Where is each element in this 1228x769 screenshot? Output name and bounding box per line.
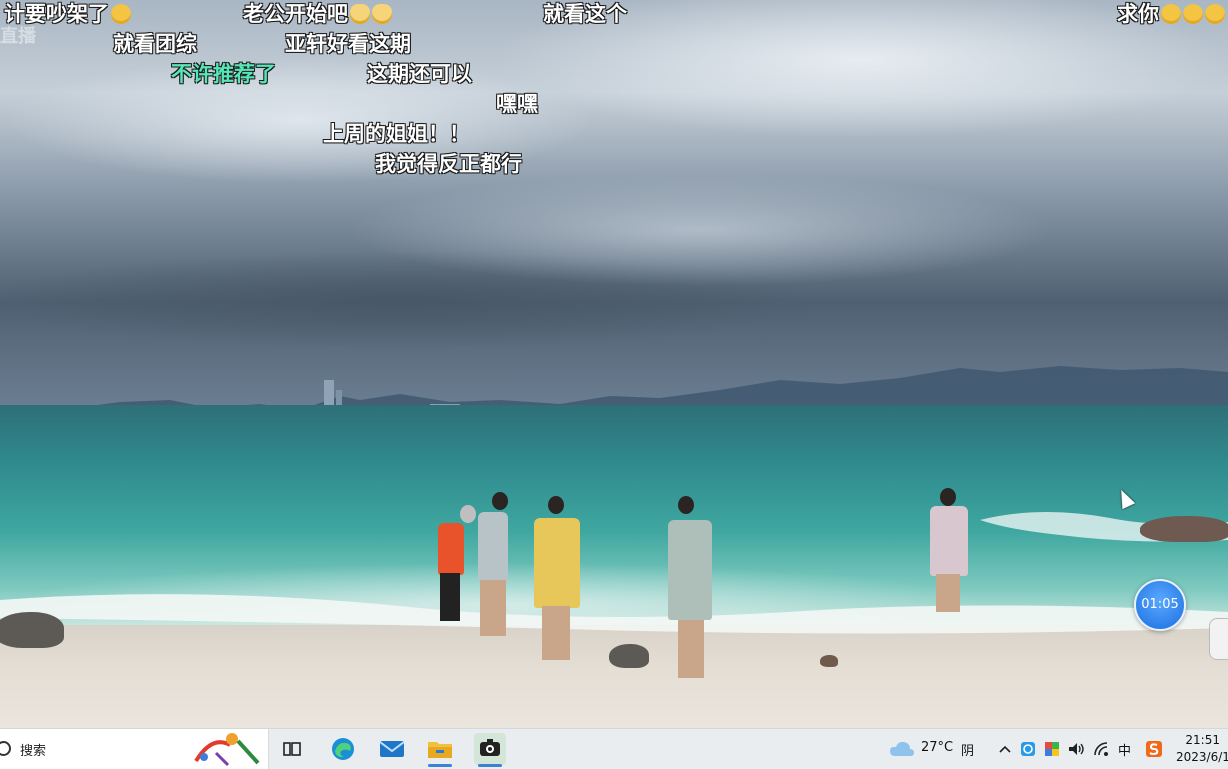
- recording-timer-button[interactable]: 01:05: [1134, 579, 1186, 631]
- danmaku-comment: 上周的姐姐！！: [323, 122, 470, 146]
- danmaku-comment: 亚轩好看这期: [285, 32, 411, 56]
- danmaku-comment: 就看团综: [113, 32, 197, 56]
- weather-temperature[interactable]: 27°C: [921, 740, 953, 755]
- danmaku-comment: 不许推荐了: [171, 62, 276, 86]
- search-icon: [0, 741, 11, 756]
- ime-icon[interactable]: 中: [1118, 740, 1131, 759]
- sad-emoji-icon: [1161, 4, 1181, 24]
- person-floral-in-water: [926, 488, 974, 613]
- rock-right: [1140, 516, 1228, 542]
- cat-emoji-icon: [372, 4, 392, 24]
- screen-recorder-icon[interactable]: [474, 733, 506, 767]
- search-highlight-doodle-icon: [194, 733, 260, 767]
- danmaku-comment: 我觉得反正都行: [375, 152, 522, 176]
- danmaku-comment: 老公开始吧: [243, 1, 392, 27]
- clock-date: 2023/6/1: [1176, 750, 1228, 764]
- danmaku-comment: 嘿嘿: [496, 92, 538, 116]
- beach-sand: [0, 625, 1228, 728]
- clock-time: 21:51: [1185, 733, 1220, 747]
- smile-emoji-icon: [111, 4, 131, 24]
- file-explorer-icon[interactable]: [424, 733, 456, 767]
- edge-icon[interactable]: [327, 733, 359, 765]
- taskbar-search-box[interactable]: 搜索: [0, 729, 269, 769]
- video-player[interactable]: 直播 计要吵架了 老公开始吧 就看这个 求你 就看团综 亚轩好看这期 不许推荐了…: [0, 0, 1228, 728]
- danmaku-comment: 就看这个: [543, 2, 627, 26]
- rock-center: [609, 644, 649, 668]
- cloud-icon[interactable]: [886, 733, 918, 765]
- system-clock[interactable]: 21:51 2023/6/1: [1176, 732, 1228, 766]
- weather-condition[interactable]: 阴: [961, 740, 974, 759]
- person-grey-green-pattern: [656, 496, 720, 681]
- sogou-icon[interactable]: [1140, 733, 1168, 765]
- search-placeholder: 搜索: [20, 744, 47, 759]
- rock-left: [0, 612, 64, 648]
- cat-emoji-icon: [350, 4, 370, 24]
- sad-emoji-icon: [1183, 4, 1203, 24]
- person-yellow-pattern: [528, 496, 588, 666]
- person-orange-shirt: [430, 505, 476, 635]
- surf-foam: [0, 511, 1228, 634]
- person-grey-pattern: [468, 492, 518, 642]
- danmaku-comment: 计要吵架了: [4, 1, 131, 27]
- rock-small: [820, 655, 838, 667]
- sad-emoji-icon: [1205, 4, 1225, 24]
- wifi-icon[interactable]: [1088, 733, 1116, 765]
- task-view-icon[interactable]: [276, 733, 308, 765]
- danmaku-comment: 求你: [1117, 1, 1225, 27]
- floating-side-tab[interactable]: [1209, 618, 1228, 660]
- windows-taskbar: 搜索 27°C 阴 中 21:51 2023/6/1: [0, 728, 1228, 769]
- volume-icon[interactable]: [1062, 733, 1090, 765]
- danmaku-comment: 这期还可以: [367, 62, 472, 86]
- mail-icon[interactable]: [376, 733, 408, 765]
